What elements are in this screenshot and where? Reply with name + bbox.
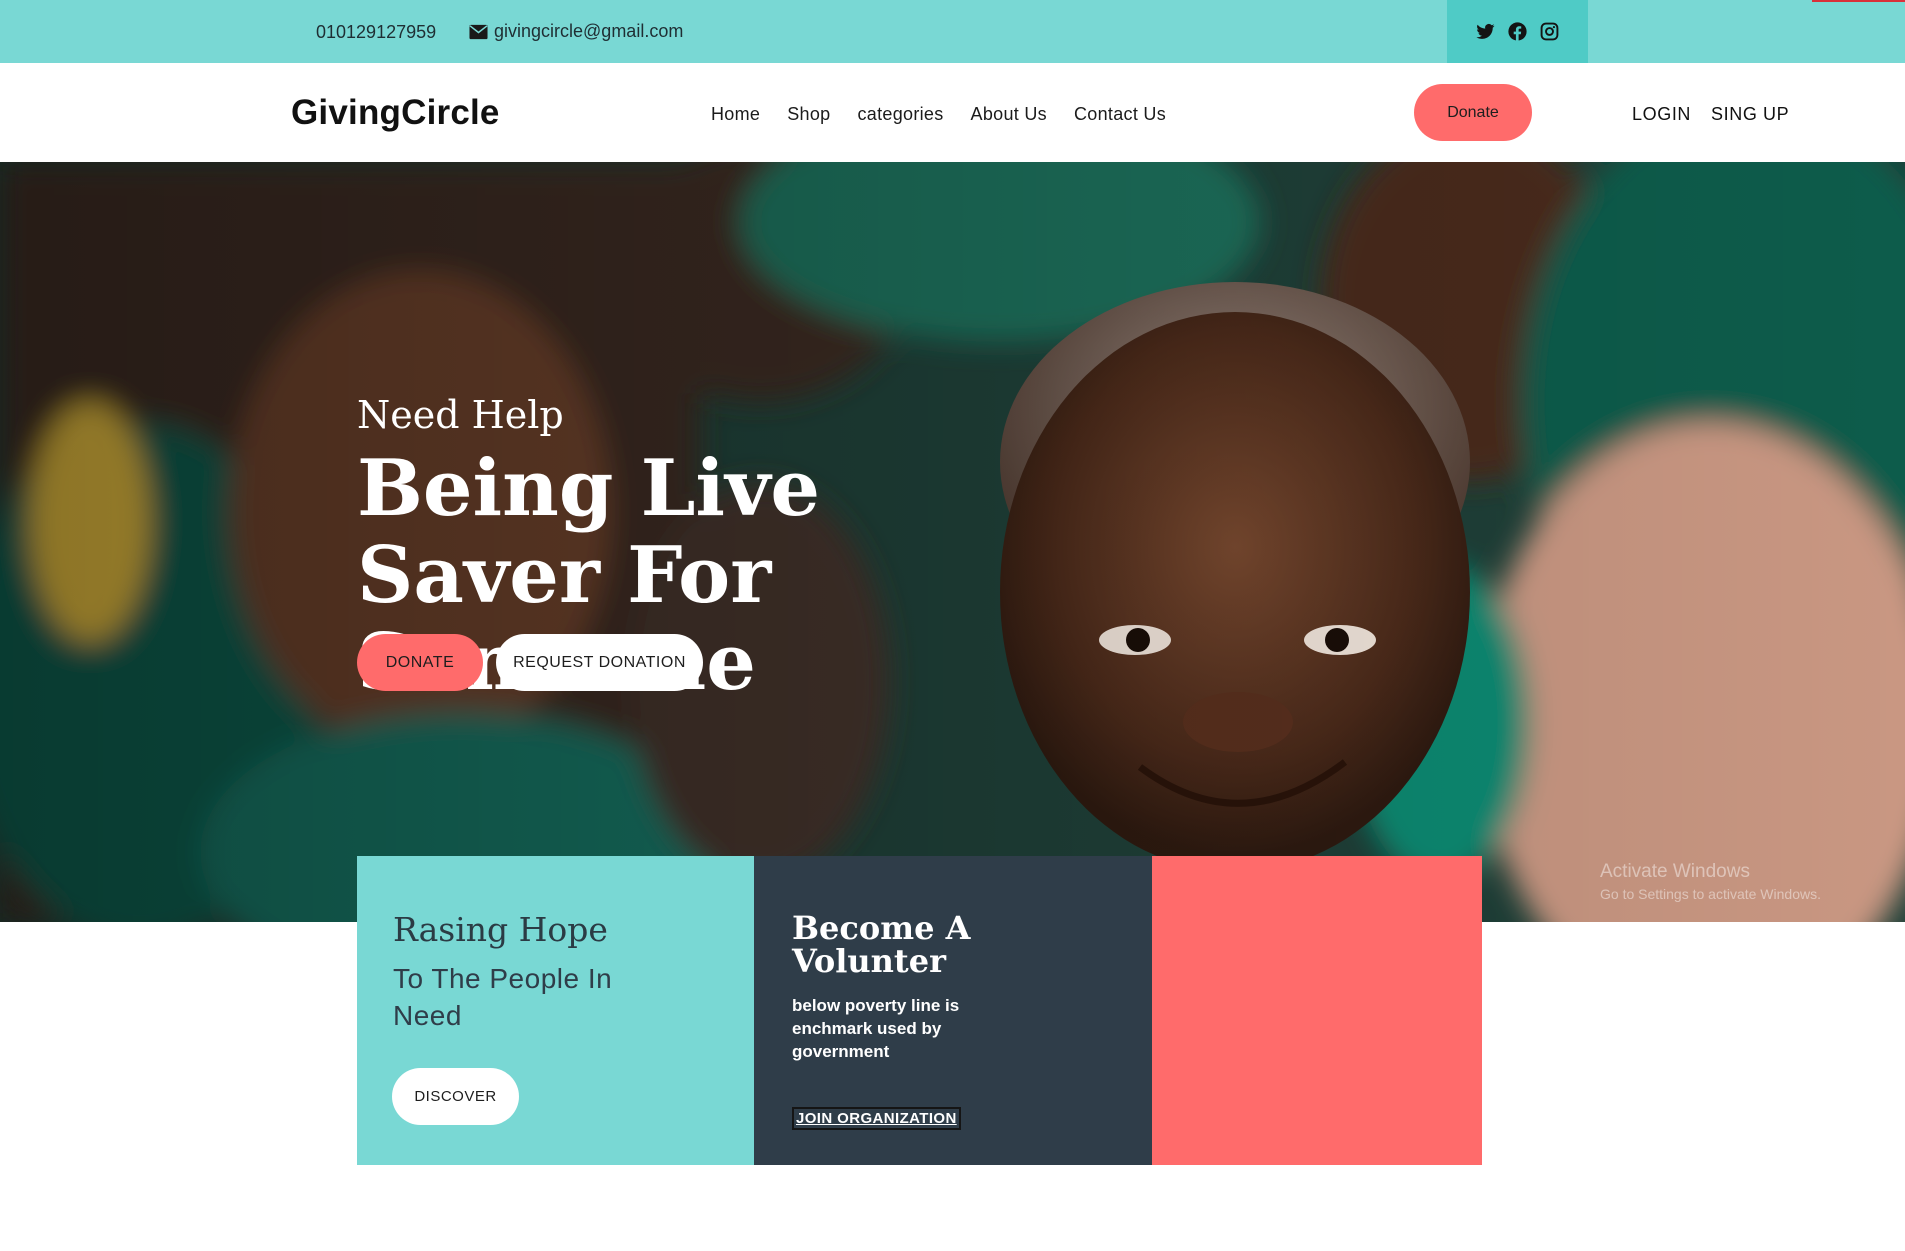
main-navbar: GivingCircle Home Shop categories About … bbox=[0, 63, 1905, 162]
nav-about-us[interactable]: About Us bbox=[971, 104, 1047, 125]
request-donation-button[interactable]: REQUEST DONATION bbox=[496, 634, 703, 691]
nav-home[interactable]: Home bbox=[711, 104, 760, 125]
card-description: below poverty line is enchmark used by g… bbox=[792, 996, 960, 1061]
envelope-icon bbox=[469, 24, 488, 39]
email-contact[interactable]: givingcircle@gmail.com bbox=[469, 0, 683, 63]
card-title: Become A Volunter bbox=[792, 909, 971, 980]
nav-contact-us[interactable]: Contact Us bbox=[1074, 104, 1166, 125]
hero-eyebrow: Need Help bbox=[357, 393, 564, 437]
accent-line bbox=[1812, 0, 1905, 2]
donate-button[interactable]: Donate bbox=[1414, 84, 1532, 141]
facebook-icon[interactable] bbox=[1508, 22, 1527, 41]
signup-link[interactable]: SING UP bbox=[1711, 104, 1789, 125]
social-links bbox=[1447, 0, 1588, 63]
coral-card bbox=[1152, 856, 1482, 1165]
hero-donate-button[interactable]: DONATE bbox=[357, 634, 483, 691]
twitter-icon[interactable] bbox=[1476, 22, 1495, 41]
raising-hope-card: Rasing Hope To The People In Need DISCOV… bbox=[357, 856, 754, 1165]
login-link[interactable]: LOGIN bbox=[1632, 104, 1691, 125]
top-contact-bar: 010129127959 givingcircle@gmail.com bbox=[0, 0, 1905, 63]
auth-links: LOGIN SING UP bbox=[1632, 104, 1789, 125]
site-logo[interactable]: GivingCircle bbox=[291, 93, 500, 133]
windows-activation-watermark: Activate Windows Go to Settings to activ… bbox=[1600, 861, 1821, 902]
instagram-icon[interactable] bbox=[1540, 22, 1559, 41]
join-organization-link[interactable]: JOIN ORGANIZATION bbox=[792, 1107, 961, 1130]
main-menu: Home Shop categories About Us Contact Us bbox=[711, 104, 1166, 125]
phone-number: 010129127959 bbox=[316, 22, 437, 42]
nav-shop[interactable]: Shop bbox=[787, 104, 830, 125]
hero-banner: Need Help Being Live Saver For Someone D… bbox=[0, 162, 1905, 922]
card-subtitle: To The People In Need bbox=[393, 963, 613, 1031]
watermark-title: Activate Windows bbox=[1600, 861, 1750, 882]
volunteer-card: Become A Volunter below poverty line is … bbox=[754, 856, 1152, 1165]
watermark-subtitle: Go to Settings to activate Windows. bbox=[1600, 886, 1821, 902]
nav-categories[interactable]: categories bbox=[857, 104, 943, 125]
email-address[interactable]: givingcircle@gmail.com bbox=[494, 21, 683, 42]
discover-button[interactable]: DISCOVER bbox=[392, 1068, 519, 1125]
card-title: Rasing Hope bbox=[393, 910, 608, 949]
